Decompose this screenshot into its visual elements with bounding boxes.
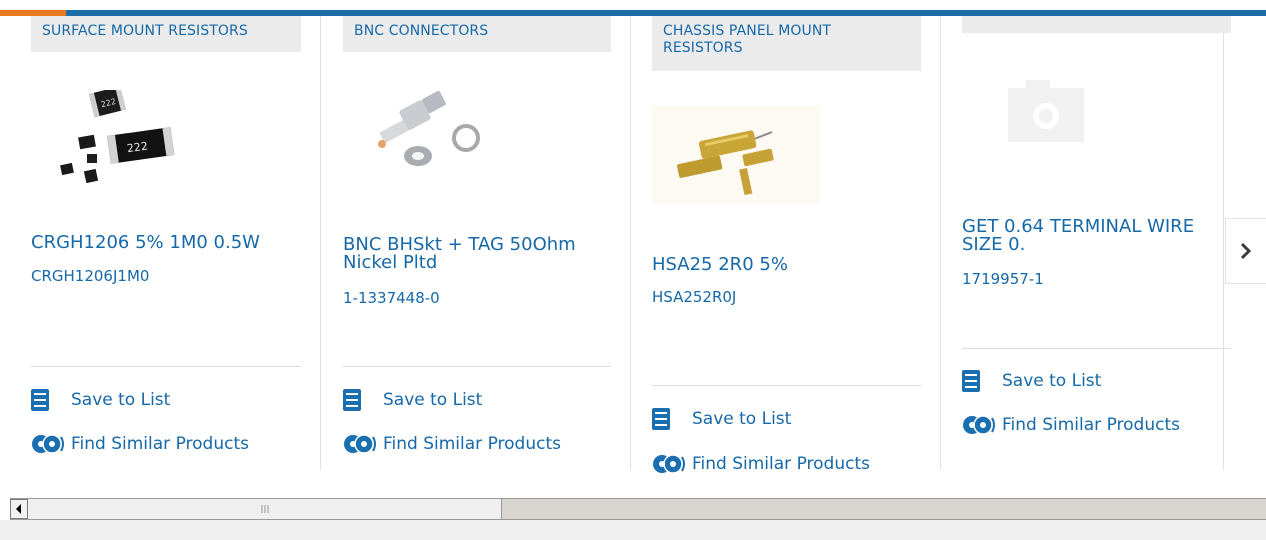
save-to-list-button[interactable]: Save to List bbox=[652, 408, 791, 430]
checklist-icon bbox=[652, 408, 670, 430]
action-divider bbox=[31, 366, 301, 367]
scroll-left-button[interactable] bbox=[10, 499, 28, 519]
product-title-link[interactable]: CRGH1206 5% 1M0 0.5W bbox=[31, 234, 301, 252]
horizontal-scrollbar[interactable] bbox=[10, 498, 1266, 520]
find-similar-label: Find Similar Products bbox=[383, 434, 561, 454]
save-to-list-label: Save to List bbox=[692, 409, 792, 429]
save-to-list-button[interactable]: Save to List bbox=[343, 389, 482, 411]
product-image[interactable] bbox=[652, 106, 820, 204]
bnc-connector-image bbox=[378, 90, 480, 166]
product-card-2: BNC CONNECTORS BNC BHSkt + TAG 50Ohm Nic… bbox=[322, 16, 631, 470]
product-sku-link[interactable]: HSA252R0J bbox=[652, 288, 736, 306]
product-sku-link[interactable]: 1719957-1 bbox=[962, 270, 1044, 288]
find-similar-button[interactable]: Find Similar Products bbox=[652, 452, 870, 476]
category-label[interactable]: CHASSIS PANEL MOUNT RESISTORS bbox=[652, 16, 921, 71]
find-similar-icon bbox=[653, 454, 685, 474]
find-similar-icon bbox=[344, 434, 376, 454]
scrollbar-track[interactable] bbox=[502, 499, 1266, 519]
chassis-resistor-image bbox=[652, 106, 820, 204]
smd-resistor-image: 222 222 bbox=[60, 86, 175, 184]
checklist-icon bbox=[962, 370, 980, 392]
find-similar-label: Find Similar Products bbox=[692, 454, 870, 474]
product-title-link[interactable]: HSA25 2R0 5% bbox=[652, 256, 932, 274]
find-similar-icon bbox=[32, 434, 64, 454]
action-divider bbox=[962, 348, 1231, 349]
product-card-4: GET 0.64 TERMINAL WIRE SIZE 0. 1719957-1… bbox=[942, 16, 1252, 470]
product-sku-link[interactable]: 1-1337448-0 bbox=[343, 289, 440, 307]
card-separator bbox=[940, 16, 941, 470]
save-to-list-label: Save to List bbox=[71, 390, 171, 410]
product-sku-link[interactable]: CRGH1206J1M0 bbox=[31, 267, 149, 285]
action-divider bbox=[652, 385, 921, 386]
category-label[interactable]: SURFACE MOUNT RESISTORS bbox=[31, 16, 301, 52]
chevron-right-icon bbox=[1240, 242, 1252, 260]
find-similar-icon bbox=[963, 415, 995, 435]
scrollbar-thumb[interactable] bbox=[28, 499, 502, 519]
category-label[interactable] bbox=[962, 16, 1231, 33]
action-divider bbox=[343, 366, 611, 367]
product-image[interactable] bbox=[374, 88, 484, 178]
triangle-left-icon bbox=[16, 504, 21, 514]
carousel-next-button[interactable] bbox=[1225, 218, 1266, 284]
category-label[interactable]: BNC CONNECTORS bbox=[343, 16, 611, 52]
save-to-list-button[interactable]: Save to List bbox=[31, 389, 170, 411]
product-title-link[interactable]: BNC BHSkt + TAG 50Ohm Nickel Pltd bbox=[343, 236, 623, 272]
product-image[interactable] bbox=[1008, 78, 1084, 142]
checklist-icon bbox=[31, 389, 49, 411]
camera-placeholder-icon bbox=[1008, 80, 1084, 142]
find-similar-label: Find Similar Products bbox=[71, 434, 249, 454]
product-card-3: CHASSIS PANEL MOUNT RESISTORS HSA25 2R0 … bbox=[631, 16, 941, 474]
find-similar-label: Find Similar Products bbox=[1002, 415, 1180, 435]
grip-icon bbox=[261, 505, 268, 513]
product-image[interactable]: 222 222 bbox=[53, 86, 179, 196]
find-similar-button[interactable]: Find Similar Products bbox=[343, 432, 561, 456]
checklist-icon bbox=[343, 389, 361, 411]
product-title-link[interactable]: GET 0.64 TERMINAL WIRE SIZE 0. bbox=[962, 218, 1230, 254]
save-to-list-label: Save to List bbox=[1002, 371, 1102, 391]
find-similar-button[interactable]: Find Similar Products bbox=[962, 413, 1180, 437]
card-separator bbox=[320, 16, 321, 470]
product-card-1: SURFACE MOUNT RESISTORS 222 222 CRGH1206… bbox=[31, 16, 321, 470]
save-to-list-button[interactable]: Save to List bbox=[962, 370, 1101, 392]
bottom-panel bbox=[0, 520, 1266, 540]
find-similar-button[interactable]: Find Similar Products bbox=[31, 432, 249, 456]
save-to-list-label: Save to List bbox=[383, 390, 483, 410]
